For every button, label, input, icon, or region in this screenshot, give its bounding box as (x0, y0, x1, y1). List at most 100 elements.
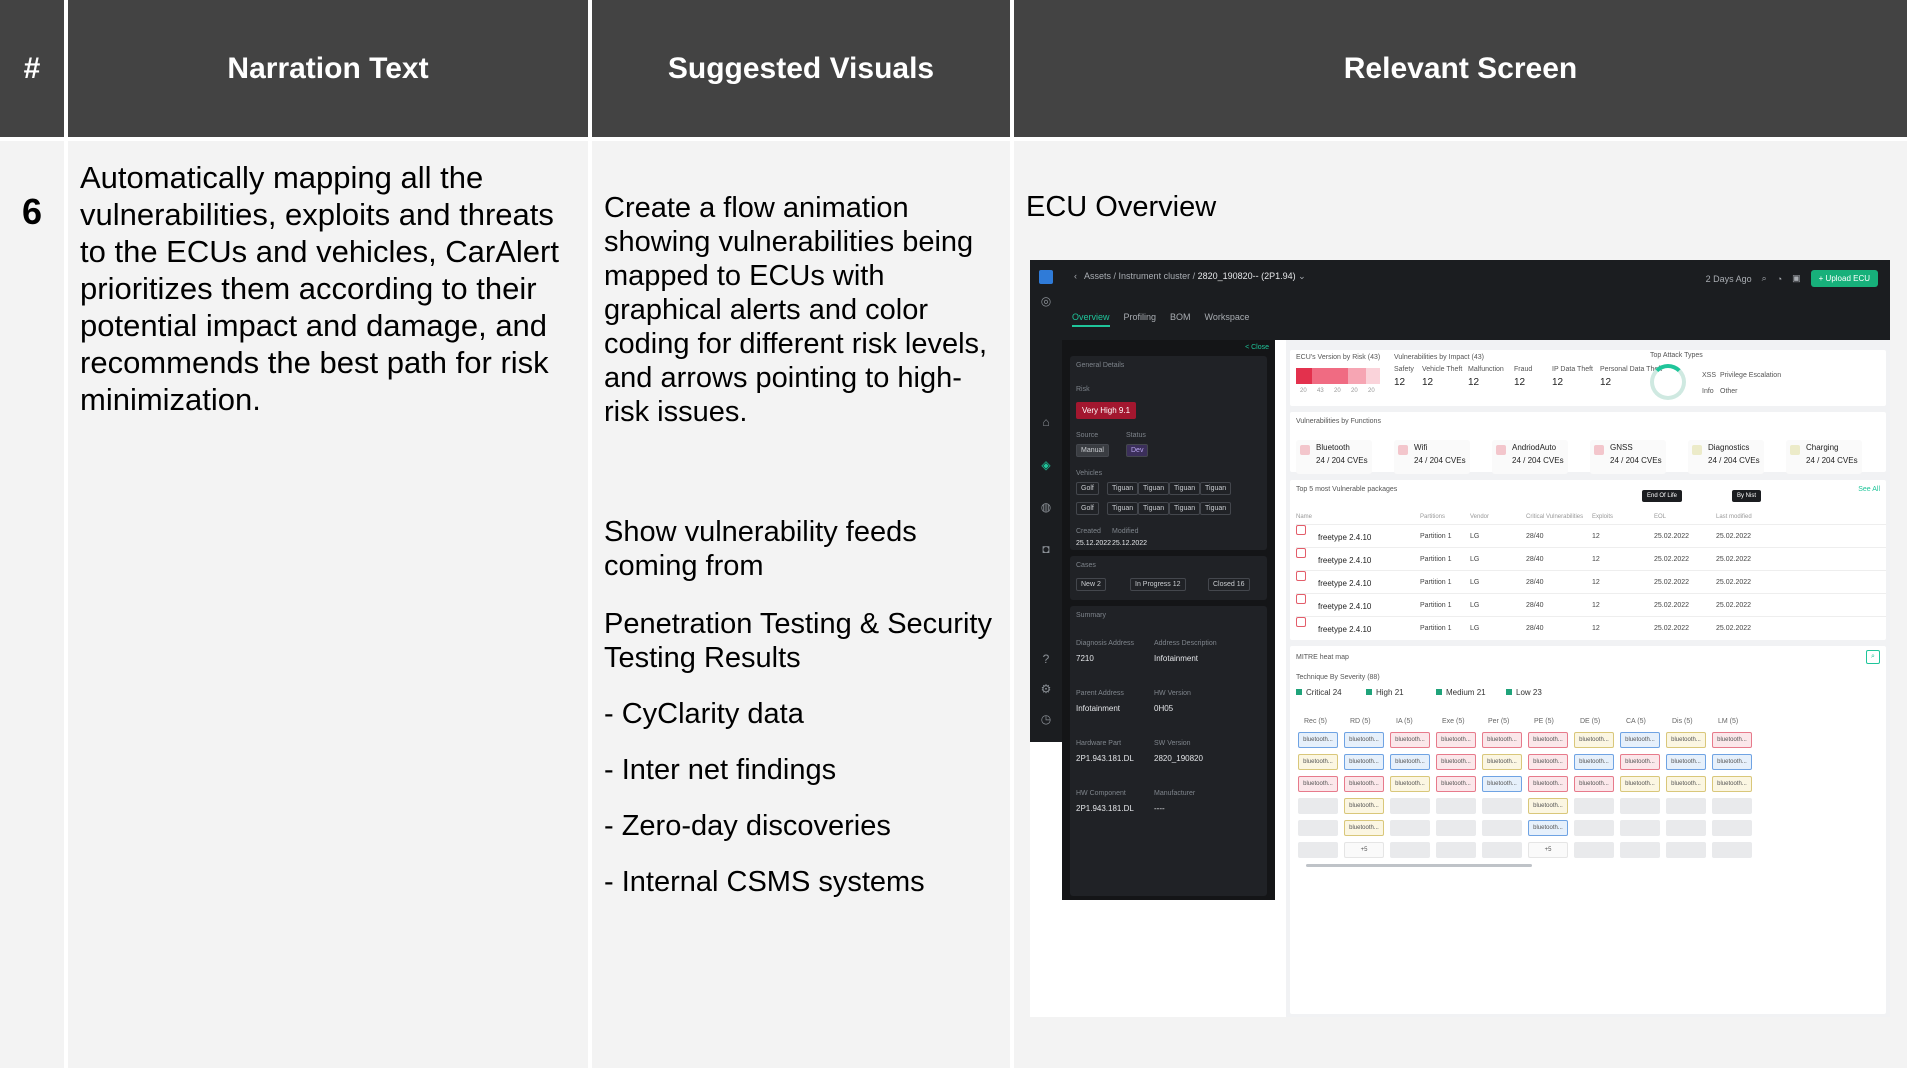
vehicle-chip[interactable]: Golf (1076, 482, 1099, 495)
heatmap-cell[interactable]: bluetooth... (1344, 754, 1384, 770)
shield-icon[interactable]: ◘ (1039, 542, 1053, 556)
settings-icon[interactable]: ⚙ (1039, 682, 1053, 696)
bell-icon[interactable]: ◔ (1777, 274, 1782, 284)
heatmap-cell[interactable]: bluetooth... (1528, 820, 1568, 836)
cases-in-progress[interactable]: In Progress 12 (1130, 578, 1186, 591)
heatmap-cell[interactable]: bluetooth... (1574, 754, 1614, 770)
heatmap-cell[interactable] (1390, 842, 1430, 858)
heatmap-cell[interactable] (1666, 798, 1706, 814)
heatmap-cell[interactable]: bluetooth... (1666, 732, 1706, 748)
heatmap-cell[interactable]: bluetooth... (1390, 776, 1430, 792)
heatmap-cell[interactable] (1712, 842, 1752, 858)
heatmap-cell[interactable] (1298, 842, 1338, 858)
heatmap-cell[interactable]: bluetooth... (1344, 798, 1384, 814)
heatmap-cell[interactable] (1436, 820, 1476, 836)
globe-icon[interactable]: ◎ (1039, 294, 1053, 308)
function-card[interactable]: GNSS 24 / 204 CVEs (1590, 440, 1666, 474)
heatmap-cell[interactable]: bluetooth... (1482, 732, 1522, 748)
severity-legend-item[interactable]: High 21 (1366, 688, 1404, 697)
heatmap-cell[interactable]: bluetooth... (1436, 754, 1476, 770)
table-row[interactable]: freetype 2.4.10 Partition 1 LG 28/40 12 25.02… (1296, 570, 1886, 594)
heatmap-cell[interactable] (1482, 820, 1522, 836)
vehicle-chip[interactable]: Tiguan (1169, 502, 1201, 515)
heatmap-cell[interactable]: bluetooth... (1528, 776, 1568, 792)
severity-legend-item[interactable]: Critical 24 (1296, 688, 1342, 697)
function-card[interactable]: Bluetooth 24 / 204 CVEs (1296, 440, 1372, 474)
heatmap-cell[interactable]: bluetooth... (1298, 776, 1338, 792)
vehicle-chip[interactable]: Tiguan (1200, 482, 1232, 495)
heatmap-cell[interactable]: bluetooth... (1712, 776, 1752, 792)
heatmap-cell[interactable]: bluetooth... (1436, 732, 1476, 748)
heatmap-cell[interactable]: bluetooth... (1482, 776, 1522, 792)
table-row[interactable]: freetype 2.4.10 Partition 1 LG 28/40 12 25.02… (1296, 547, 1886, 571)
heatmap-cell[interactable]: bluetooth... (1436, 776, 1476, 792)
help-icon[interactable]: ? (1039, 652, 1053, 666)
heatmap-cell[interactable]: bluetooth... (1528, 732, 1568, 748)
heatmap-cell[interactable] (1390, 820, 1430, 836)
function-card[interactable]: Charging 24 / 204 CVEs (1786, 440, 1862, 474)
upload-ecu-button[interactable]: + Upload ECU (1810, 270, 1878, 287)
breadcrumb-cluster[interactable]: Instrument cluster (1119, 271, 1191, 281)
heatmap-cell[interactable] (1482, 842, 1522, 858)
vehicle-chip[interactable]: Tiguan (1169, 482, 1201, 495)
severity-checkbox[interactable] (1366, 689, 1372, 695)
heatmap-cell[interactable] (1436, 798, 1476, 814)
see-all-link[interactable]: See All (1858, 486, 1880, 493)
heatmap-cell[interactable]: bluetooth... (1298, 754, 1338, 770)
heatmap-cell[interactable] (1390, 798, 1430, 814)
search-icon[interactable]: ⌕ (1762, 273, 1767, 284)
heatmap-cell[interactable] (1298, 798, 1338, 814)
heatmap-cell[interactable]: bluetooth... (1666, 776, 1706, 792)
heatmap-cell[interactable]: +5 (1344, 842, 1384, 858)
zoom-icon[interactable]: ⌕ (1866, 650, 1880, 664)
cases-new[interactable]: New 2 (1076, 578, 1106, 591)
heatmap-cell[interactable] (1666, 820, 1706, 836)
breadcrumb-version[interactable]: 2820_190820-- (2P1.94) (1198, 271, 1296, 281)
severity-legend-item[interactable]: Low 23 (1506, 688, 1542, 697)
heatmap-cell[interactable]: bluetooth... (1344, 732, 1384, 748)
heatmap-cell[interactable] (1298, 820, 1338, 836)
history-icon[interactable]: ◷ (1039, 712, 1053, 726)
heatmap-cell[interactable] (1620, 798, 1660, 814)
heatmap-cell[interactable]: bluetooth... (1620, 732, 1660, 748)
function-card[interactable]: Diagnostics 24 / 204 CVEs (1688, 440, 1764, 474)
back-icon[interactable]: ‹ (1074, 271, 1077, 281)
heatmap-cell[interactable] (1620, 842, 1660, 858)
heatmap-cell[interactable]: bluetooth... (1298, 732, 1338, 748)
vehicle-chip[interactable]: Tiguan (1138, 502, 1170, 515)
vehicle-chip[interactable]: Golf (1076, 502, 1099, 515)
vehicle-chip[interactable]: Tiguan (1107, 482, 1139, 495)
table-row[interactable]: freetype 2.4.10 Partition 1 LG 28/40 12 25.02… (1296, 616, 1886, 640)
function-card[interactable]: AndriodAuto 24 / 204 CVEs (1492, 440, 1568, 474)
heatmap-cell[interactable]: bluetooth... (1666, 754, 1706, 770)
heatmap-cell[interactable] (1666, 842, 1706, 858)
function-card[interactable]: Wifi 24 / 204 CVEs (1394, 440, 1470, 474)
alert-icon[interactable]: ◍ (1039, 500, 1053, 514)
vehicle-chip[interactable]: Tiguan (1107, 502, 1139, 515)
severity-legend-item[interactable]: Medium 21 (1436, 688, 1486, 697)
heatmap-cell[interactable] (1574, 820, 1614, 836)
vehicle-chip[interactable]: Tiguan (1138, 482, 1170, 495)
heatmap-cell[interactable] (1712, 798, 1752, 814)
table-row[interactable]: freetype 2.4.10 Partition 1 LG 28/40 12 25.02… (1296, 524, 1886, 548)
vehicle-chip[interactable]: Tiguan (1200, 502, 1232, 515)
tab-overview[interactable]: Overview (1072, 312, 1110, 327)
heatmap-cell[interactable]: bluetooth... (1390, 754, 1430, 770)
heatmap-cell[interactable]: bluetooth... (1482, 754, 1522, 770)
table-row[interactable]: freetype 2.4.10 Partition 1 LG 28/40 12 25.02… (1296, 593, 1886, 617)
heatmap-cell[interactable] (1482, 798, 1522, 814)
heatmap-cell[interactable] (1574, 798, 1614, 814)
heatmap-cell[interactable]: bluetooth... (1620, 776, 1660, 792)
heatmap-cell[interactable]: +5 (1528, 842, 1568, 858)
home-icon[interactable]: ⌂ (1039, 415, 1053, 429)
severity-checkbox[interactable] (1506, 689, 1512, 695)
heatmap-cell[interactable]: bluetooth... (1528, 798, 1568, 814)
heatmap-cell[interactable]: bluetooth... (1344, 776, 1384, 792)
tab-bom[interactable]: BOM (1170, 312, 1191, 327)
heatmap-cell[interactable] (1574, 842, 1614, 858)
heatmap-scrollbar[interactable] (1306, 864, 1532, 867)
gift-icon[interactable]: ▣ (1792, 273, 1801, 284)
layers-icon[interactable]: ◈ (1039, 458, 1053, 472)
severity-checkbox[interactable] (1436, 689, 1442, 695)
heatmap-cell[interactable] (1436, 842, 1476, 858)
